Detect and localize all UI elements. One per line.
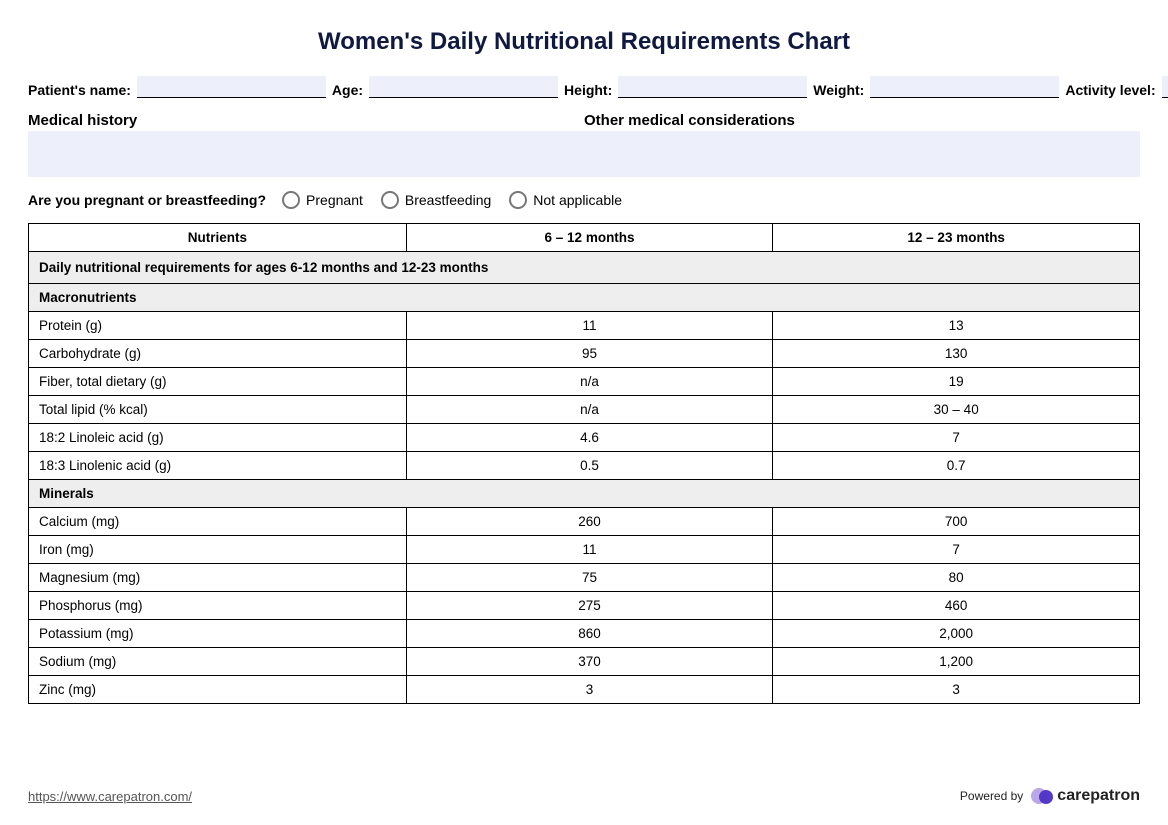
table-row: 18:2 Linoleic acid (g)4.67 — [29, 424, 1140, 452]
nutrient-name: Potassium (mg) — [29, 620, 407, 648]
radio-breastfeeding[interactable]: Breastfeeding — [381, 191, 491, 209]
medical-history-label: Medical history — [28, 112, 584, 129]
value-12-23: 13 — [773, 312, 1140, 340]
radio-label: Breastfeeding — [405, 192, 491, 208]
col-6-12: 6 – 12 months — [406, 224, 773, 252]
name-input[interactable] — [137, 76, 326, 98]
value-6-12: 75 — [406, 564, 773, 592]
nutrient-name: Protein (g) — [29, 312, 407, 340]
value-6-12: 4.6 — [406, 424, 773, 452]
value-12-23: 700 — [773, 508, 1140, 536]
value-12-23: 3 — [773, 676, 1140, 704]
table-row: Zinc (mg)33 — [29, 676, 1140, 704]
carepatron-icon — [1031, 785, 1053, 807]
activity-input[interactable] — [1162, 76, 1168, 98]
value-6-12: 0.5 — [406, 452, 773, 480]
source-url[interactable]: https://www.carepatron.com/ — [28, 789, 192, 804]
height-label: Height: — [564, 82, 612, 98]
radio-circle-icon — [282, 191, 300, 209]
page-title: Women's Daily Nutritional Requirements C… — [28, 28, 1140, 56]
table-row: Total lipid (% kcal)n/a30 – 40 — [29, 396, 1140, 424]
section-header: Macronutrients — [29, 284, 1140, 312]
col-nutrients: Nutrients — [29, 224, 407, 252]
age-input[interactable] — [369, 76, 558, 98]
table-row: Calcium (mg)260700 — [29, 508, 1140, 536]
brand-logo: carepatron — [1031, 785, 1140, 807]
footer: https://www.carepatron.com/ Powered by c… — [28, 771, 1140, 807]
value-6-12: 3 — [406, 676, 773, 704]
name-label: Patient's name: — [28, 82, 131, 98]
table-row: Phosphorus (mg)275460 — [29, 592, 1140, 620]
table-caption: Daily nutritional requirements for ages … — [29, 252, 1140, 284]
table-row: Carbohydrate (g)95130 — [29, 340, 1140, 368]
nutrient-name: Zinc (mg) — [29, 676, 407, 704]
table-row: 18:3 Linolenic acid (g)0.50.7 — [29, 452, 1140, 480]
value-12-23: 30 – 40 — [773, 396, 1140, 424]
value-6-12: n/a — [406, 368, 773, 396]
radio-circle-icon — [509, 191, 527, 209]
pregnancy-question: Are you pregnant or breastfeeding? — [28, 192, 266, 208]
nutrient-name: Magnesium (mg) — [29, 564, 407, 592]
weight-input[interactable] — [870, 76, 1059, 98]
nutrient-name: 18:3 Linolenic acid (g) — [29, 452, 407, 480]
value-6-12: n/a — [406, 396, 773, 424]
value-12-23: 130 — [773, 340, 1140, 368]
value-12-23: 460 — [773, 592, 1140, 620]
value-12-23: 7 — [773, 424, 1140, 452]
powered-by-label: Powered by — [960, 789, 1023, 803]
value-6-12: 11 — [406, 312, 773, 340]
value-6-12: 275 — [406, 592, 773, 620]
radio-label: Pregnant — [306, 192, 363, 208]
nutrient-name: Fiber, total dietary (g) — [29, 368, 407, 396]
other-considerations-label: Other medical considerations — [584, 112, 1140, 129]
value-12-23: 2,000 — [773, 620, 1140, 648]
height-input[interactable] — [618, 76, 807, 98]
value-12-23: 80 — [773, 564, 1140, 592]
radio-circle-icon — [381, 191, 399, 209]
nutrient-name: Iron (mg) — [29, 536, 407, 564]
radio-pregnant[interactable]: Pregnant — [282, 191, 363, 209]
medical-notes-box[interactable] — [28, 131, 1140, 177]
age-label: Age: — [332, 82, 363, 98]
table-row: Potassium (mg)8602,000 — [29, 620, 1140, 648]
value-6-12: 370 — [406, 648, 773, 676]
pregnancy-question-row: Are you pregnant or breastfeeding? Pregn… — [28, 191, 1140, 209]
radio-label: Not applicable — [533, 192, 622, 208]
section-header: Minerals — [29, 480, 1140, 508]
table-row: Iron (mg)117 — [29, 536, 1140, 564]
nutrient-name: 18:2 Linoleic acid (g) — [29, 424, 407, 452]
table-row: Fiber, total dietary (g)n/a19 — [29, 368, 1140, 396]
radio-na[interactable]: Not applicable — [509, 191, 622, 209]
value-6-12: 95 — [406, 340, 773, 368]
table-row: Sodium (mg)3701,200 — [29, 648, 1140, 676]
nutrient-name: Carbohydrate (g) — [29, 340, 407, 368]
table-row: Magnesium (mg)7580 — [29, 564, 1140, 592]
nutrition-table: Daily nutritional requirements for ages … — [28, 223, 1140, 704]
col-12-23: 12 – 23 months — [773, 224, 1140, 252]
value-6-12: 11 — [406, 536, 773, 564]
brand-name: carepatron — [1057, 787, 1140, 805]
table-row: Protein (g)1113 — [29, 312, 1140, 340]
value-12-23: 7 — [773, 536, 1140, 564]
activity-label: Activity level: — [1065, 82, 1155, 98]
value-12-23: 19 — [773, 368, 1140, 396]
nutrient-name: Total lipid (% kcal) — [29, 396, 407, 424]
value-12-23: 1,200 — [773, 648, 1140, 676]
nutrient-name: Calcium (mg) — [29, 508, 407, 536]
patient-info-row: Patient's name: Age: Height: Weight: Act… — [28, 76, 1140, 98]
value-6-12: 860 — [406, 620, 773, 648]
nutrient-name: Sodium (mg) — [29, 648, 407, 676]
value-12-23: 0.7 — [773, 452, 1140, 480]
nutrient-name: Phosphorus (mg) — [29, 592, 407, 620]
value-6-12: 260 — [406, 508, 773, 536]
weight-label: Weight: — [813, 82, 864, 98]
